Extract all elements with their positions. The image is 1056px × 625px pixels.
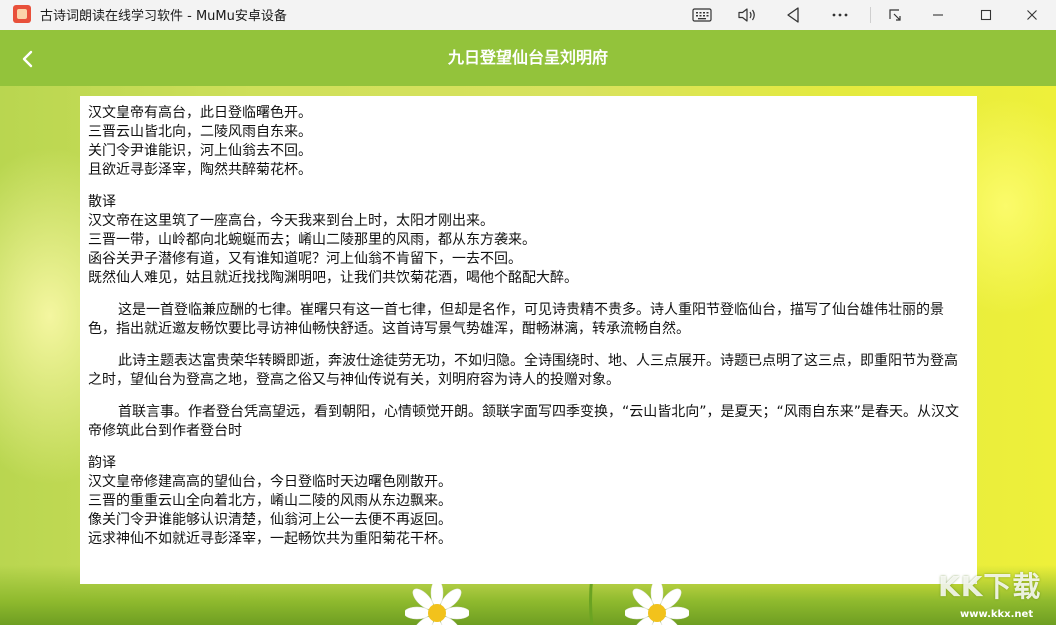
title-bar: 古诗词朗读在线学习软件 - MuMu安卓设备 bbox=[0, 0, 1056, 30]
translation-line: 汉文帝在这里筑了一座高台，今天我来到台上时，太阳才刚出来。 bbox=[88, 213, 494, 229]
watermark-logo-text: KK下载 bbox=[938, 570, 1042, 603]
more-icon[interactable] bbox=[820, 0, 860, 30]
translation-line: 函谷关尹子潜修有道，又有谁知道呢？河上仙翁不肯留下，一去不回。 bbox=[88, 251, 522, 267]
poem-line: 汉文皇帝有高台，此日登临曙色开。 bbox=[88, 105, 312, 121]
commentary-paragraph: 这是一首登临兼应酬的七律。崔曙只有这一首七律，但却是名作，可见诗贵精不贵多。诗人… bbox=[88, 302, 944, 337]
titlebar-divider bbox=[870, 7, 871, 23]
section-heading: 散译 bbox=[88, 194, 116, 210]
back-triangle-icon[interactable] bbox=[773, 0, 813, 30]
commentary-paragraph: 首联言事。作者登台凭高望远，看到朝阳，心情顿觉开朗。颔联字面写四季变换，“云山皆… bbox=[88, 404, 960, 439]
watermark-logo: KK下载 www.kkx.net bbox=[938, 565, 1056, 625]
commentary-paragraph: 此诗主题表达富贵荣华转瞬即逝，奔波仕途徒劳无功，不如归隐。全诗围绕时、地、人三点… bbox=[88, 353, 958, 388]
volume-icon[interactable] bbox=[727, 0, 767, 30]
poem-line: 三晋云山皆北向，二陵风雨自东来。 bbox=[88, 124, 312, 140]
maximize-icon[interactable] bbox=[966, 0, 1006, 30]
translation-line: 三晋一带，山岭都向北蜿蜒而去；崤山二陵那里的风雨，都从东方袭来。 bbox=[88, 232, 536, 248]
app-header: 九日登望仙台呈刘明府 bbox=[0, 30, 1056, 86]
daisy-flower-image bbox=[625, 581, 689, 625]
verse-translation: 韵译 汉文皇帝修建高高的望仙台，今日登临时天边曙色刚散开。 三晋的重重云山全向着… bbox=[88, 454, 967, 549]
close-icon[interactable] bbox=[1012, 0, 1052, 30]
translation-line: 汉文皇帝修建高高的望仙台，今日登临时天边曙色刚散开。 bbox=[88, 474, 452, 490]
translation-line: 既然仙人难见，姑且就近找找陶渊明吧，让我们共饮菊花酒，喝他个酩配大醉。 bbox=[88, 270, 578, 286]
translation-line: 像关门令尹谁能够认识清楚，仙翁河上公一去便不再返回。 bbox=[88, 512, 452, 528]
poem-content-card: 汉文皇帝有高台，此日登临曙色开。 三晋云山皆北向，二陵风雨自东来。 关门令尹谁能… bbox=[80, 96, 977, 584]
emulator-window: 古诗词朗读在线学习软件 - MuMu安卓设备 九日登望仙台呈刘明府 汉文皇帝有高… bbox=[0, 0, 1056, 625]
translation-line: 远求神仙不如就近寻彭泽宰，一起畅饮共为重阳菊花干杯。 bbox=[88, 531, 452, 547]
daisy-flower-image bbox=[405, 581, 469, 625]
poem-text: 汉文皇帝有高台，此日登临曙色开。 三晋云山皆北向，二陵风雨自东来。 关门令尹谁能… bbox=[88, 104, 967, 180]
minimize-icon[interactable] bbox=[918, 0, 958, 30]
app-icon bbox=[13, 5, 31, 23]
page-title: 九日登望仙台呈刘明府 bbox=[447, 48, 608, 67]
poem-line: 关门令尹谁能识，河上仙翁去不回。 bbox=[88, 143, 312, 159]
poem-line: 且欲近寻彭泽宰，陶然共醉菊花杯。 bbox=[88, 162, 312, 178]
window-title: 古诗词朗读在线学习软件 - MuMu安卓设备 bbox=[40, 9, 287, 24]
screenshot-icon[interactable] bbox=[875, 0, 915, 30]
keyboard-icon[interactable] bbox=[682, 0, 722, 30]
watermark-url: www.kkx.net bbox=[960, 609, 1034, 620]
prose-translation: 散译 汉文帝在这里筑了一座高台，今天我来到台上时，太阳才刚出来。 三晋一带，山岭… bbox=[88, 193, 967, 288]
translation-line: 三晋的重重云山全向着北方，崤山二陵的风雨从东边飘来。 bbox=[88, 493, 452, 509]
back-button[interactable] bbox=[12, 44, 42, 74]
chevron-left-icon bbox=[22, 50, 33, 68]
section-heading: 韵译 bbox=[88, 455, 116, 471]
